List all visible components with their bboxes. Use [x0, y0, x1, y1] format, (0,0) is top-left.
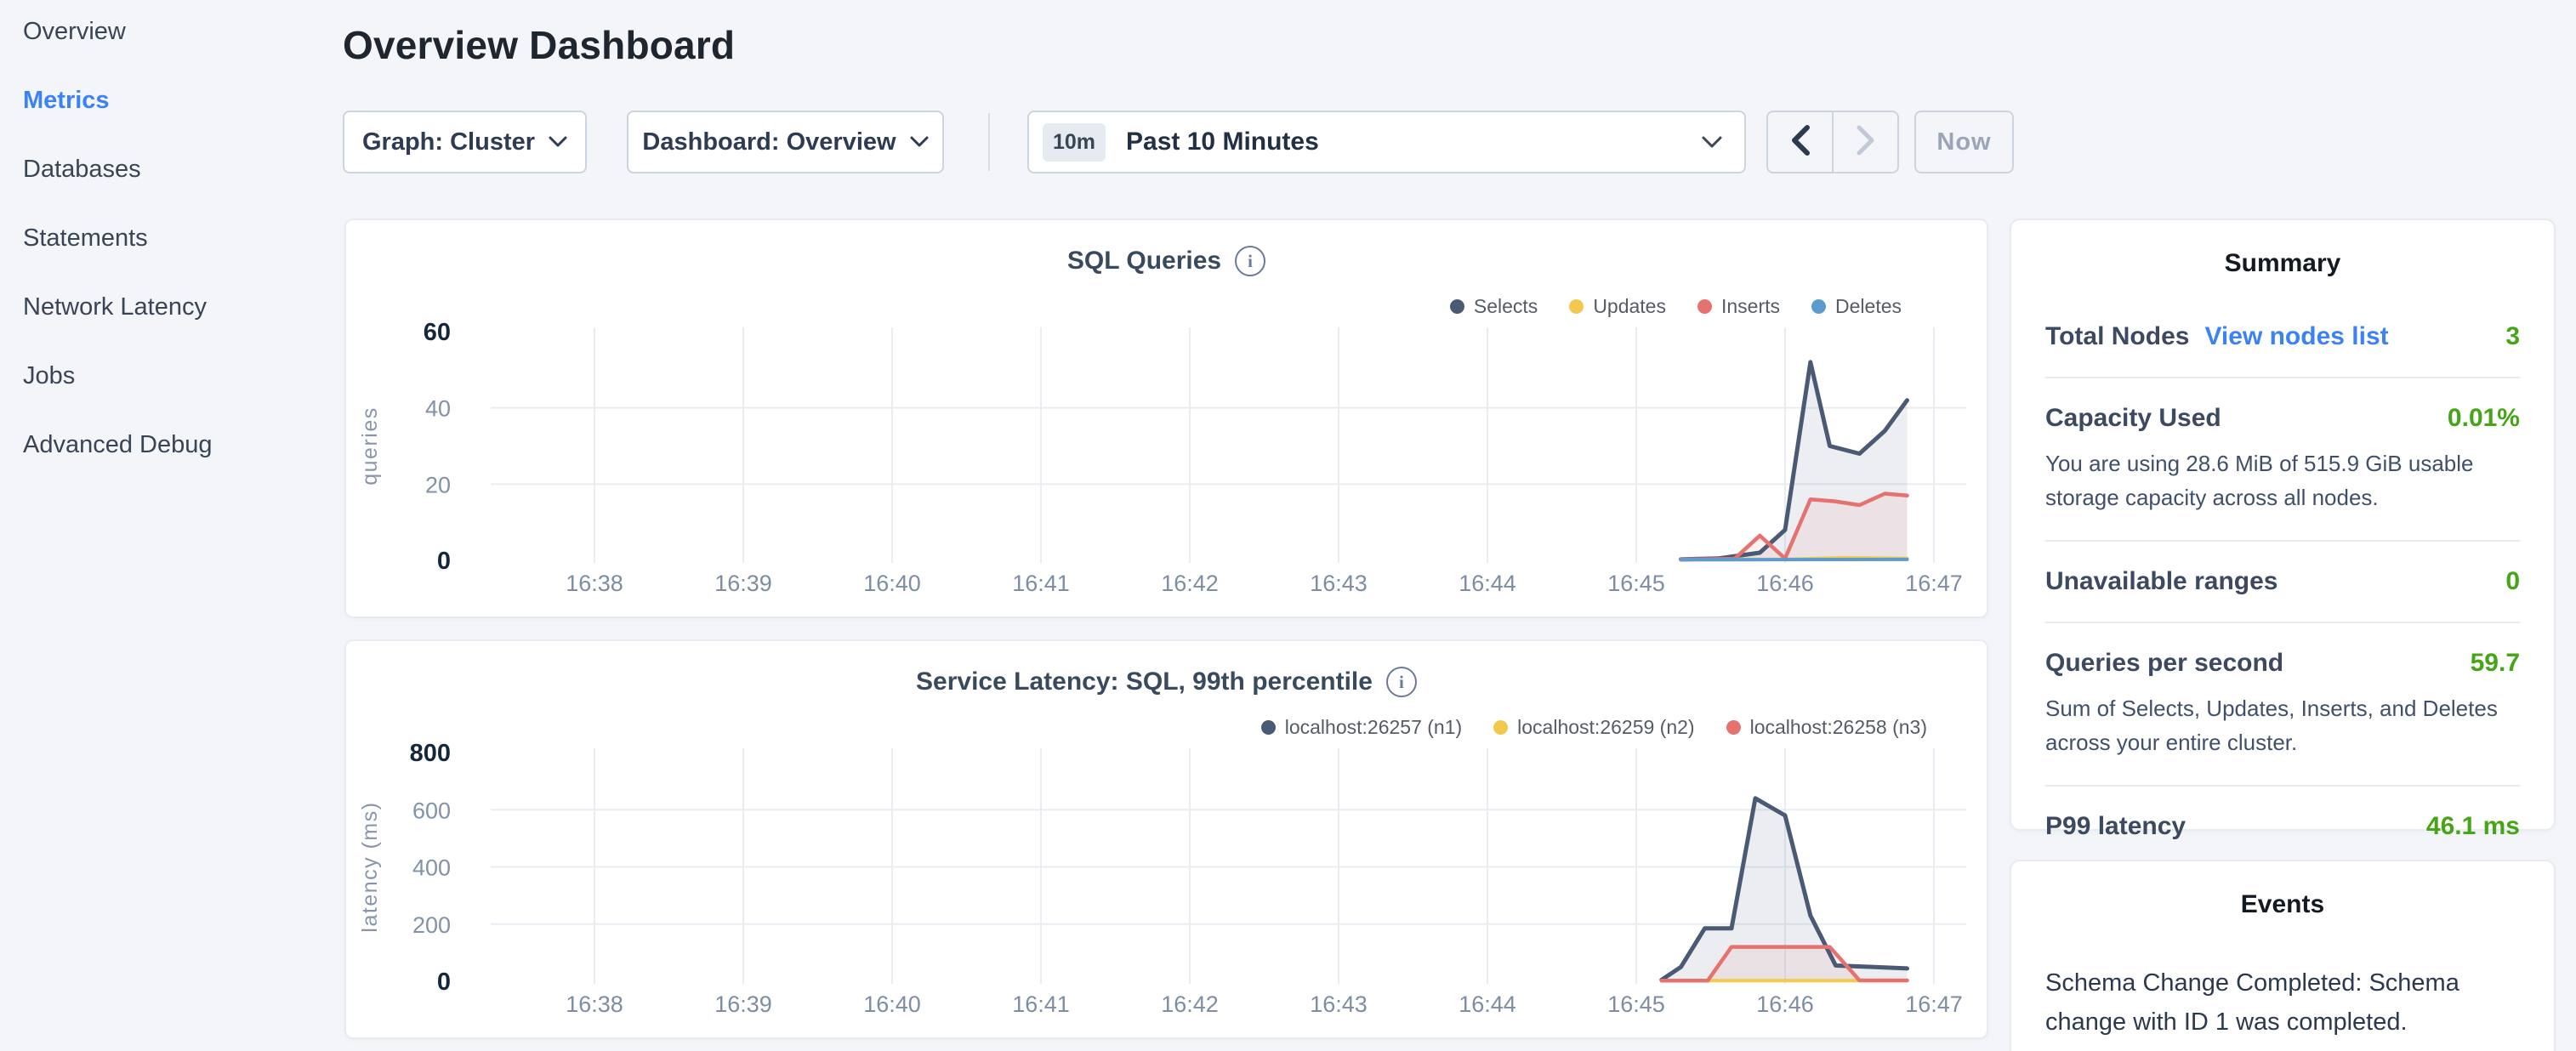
svg-text:16:39: 16:39: [714, 571, 772, 596]
summary-label: Queries per second: [2045, 649, 2283, 678]
svg-text:16:47: 16:47: [1905, 991, 1963, 1017]
chevron-left-icon: [1790, 125, 1811, 160]
summary-title: Summary: [2045, 249, 2520, 278]
svg-text:40: 40: [425, 396, 451, 422]
svg-text:0: 0: [437, 548, 451, 575]
summary-label: Total Nodes: [2045, 322, 2189, 351]
events-title: Events: [2045, 890, 2520, 919]
svg-text:latency (ms): latency (ms): [358, 801, 382, 932]
dashboard-selector-label: Dashboard: Overview: [642, 128, 896, 156]
svg-text:16:42: 16:42: [1161, 571, 1219, 596]
sidebar-item-network-latency[interactable]: Network Latency: [23, 294, 340, 320]
svg-text:16:43: 16:43: [1310, 991, 1368, 1017]
events-panel: Events Schema Change Completed: Schema c…: [2010, 860, 2556, 1051]
summary-value: 3: [2505, 322, 2520, 351]
svg-text:16:47: 16:47: [1905, 571, 1963, 596]
view-nodes-list-link[interactable]: View nodes list: [2204, 322, 2388, 351]
summary-label: Capacity Used: [2045, 404, 2221, 433]
svg-text:16:38: 16:38: [566, 991, 623, 1017]
chevron-right-icon: [1856, 125, 1876, 160]
summary-value: 0.01%: [2448, 404, 2520, 433]
svg-text:16:46: 16:46: [1756, 571, 1814, 596]
sidebar-item-overview[interactable]: Overview: [23, 19, 340, 44]
svg-text:16:41: 16:41: [1012, 571, 1070, 596]
event-text: Schema Change Completed: Schema change w…: [2045, 963, 2520, 1042]
svg-text:16:42: 16:42: [1161, 991, 1219, 1017]
svg-text:16:44: 16:44: [1459, 991, 1516, 1017]
summary-divider: [2045, 377, 2520, 378]
summary-row-unavailable-ranges: Unavailable ranges 0: [2045, 567, 2520, 596]
sql-queries-chart-card: SQL Queries i SelectsUpdatesInsertsDelet…: [344, 219, 1988, 618]
dashboard-selector-dropdown[interactable]: Dashboard: Overview: [627, 111, 944, 173]
page-title: Overview Dashboard: [343, 22, 735, 68]
summary-label: Unavailable ranges: [2045, 567, 2277, 596]
time-range-label: Past 10 Minutes: [1126, 128, 1319, 156]
svg-text:16:38: 16:38: [566, 571, 623, 596]
summary-label: P99 latency: [2045, 812, 2186, 841]
svg-text:16:43: 16:43: [1310, 571, 1368, 596]
sidebar: Overview Metrics Databases Statements Networ…: [0, 0, 340, 1051]
chevron-down-icon: [1702, 136, 1722, 149]
previous-time-range-button[interactable]: [1768, 112, 1834, 172]
chevron-down-icon: [910, 136, 929, 148]
time-range-dropdown[interactable]: 10m Past 10 Minutes: [1027, 111, 1746, 173]
toolbar-divider: [988, 113, 990, 171]
summary-divider: [2045, 540, 2520, 542]
summary-value: 0: [2505, 567, 2520, 596]
graph-selector-label: Graph: Cluster: [362, 128, 535, 156]
sidebar-item-databases[interactable]: Databases: [23, 156, 340, 182]
svg-text:16:40: 16:40: [863, 991, 921, 1017]
time-range-badge: 10m: [1043, 123, 1106, 162]
summary-value: 46.1 ms: [2426, 812, 2520, 841]
event-item: Schema Change Completed: Schema change w…: [2045, 963, 2520, 1051]
summary-row-total-nodes: Total Nodes View nodes list 3: [2045, 322, 2520, 351]
svg-text:600: 600: [412, 798, 451, 823]
svg-text:0: 0: [437, 969, 451, 996]
chevron-down-icon: [549, 136, 567, 148]
summary-row-p99-latency: P99 latency 46.1 ms: [2045, 812, 2520, 841]
summary-value: 59.7: [2471, 649, 2520, 678]
sql-queries-chart[interactable]: 16:38 16:39 16:40 16:41 16:42 16:43 16:44 16:45…: [346, 220, 1990, 620]
sidebar-item-metrics[interactable]: Metrics: [23, 88, 340, 113]
svg-text:20: 20: [425, 472, 451, 497]
svg-text:16:44: 16:44: [1459, 571, 1516, 596]
svg-text:16:41: 16:41: [1012, 991, 1070, 1017]
service-latency-chart-card: Service Latency: SQL, 99th percentile i …: [344, 639, 1988, 1039]
sidebar-item-statements[interactable]: Statements: [23, 225, 340, 251]
svg-text:16:45: 16:45: [1607, 991, 1665, 1017]
next-time-range-button[interactable]: [1834, 112, 1897, 172]
sidebar-item-jobs[interactable]: Jobs: [23, 363, 340, 389]
summary-description: You are using 28.6 MiB of 515.9 GiB usab…: [2045, 446, 2520, 514]
svg-text:16:40: 16:40: [863, 571, 921, 596]
summary-panel: Summary Total Nodes View nodes list 3 Capac…: [2010, 219, 2556, 831]
time-step-buttons: [1766, 111, 1899, 173]
summary-row-capacity-used: Capacity Used 0.01% You are using 28.6 MiB…: [2045, 404, 2520, 514]
svg-text:800: 800: [410, 740, 451, 767]
now-button[interactable]: Now: [1914, 111, 2014, 173]
sidebar-item-advanced-debug[interactable]: Advanced Debug: [23, 432, 340, 457]
service-latency-chart[interactable]: 16:38 16:39 16:40 16:41 16:42 16:43 16:44 16:45…: [346, 641, 1990, 1041]
svg-text:queries: queries: [358, 406, 382, 486]
svg-text:200: 200: [412, 912, 451, 938]
svg-text:400: 400: [412, 855, 451, 881]
graph-selector-dropdown[interactable]: Graph: Cluster: [343, 111, 587, 173]
svg-text:16:46: 16:46: [1756, 991, 1814, 1017]
summary-divider: [2045, 785, 2520, 787]
summary-row-queries-per-second: Queries per second 59.7 Sum of Selects, Up…: [2045, 649, 2520, 759]
summary-divider: [2045, 622, 2520, 623]
svg-text:16:45: 16:45: [1607, 571, 1665, 596]
svg-text:60: 60: [424, 319, 451, 346]
svg-text:16:39: 16:39: [714, 991, 772, 1017]
summary-description: Sum of Selects, Updates, Inserts, and De…: [2045, 691, 2520, 759]
